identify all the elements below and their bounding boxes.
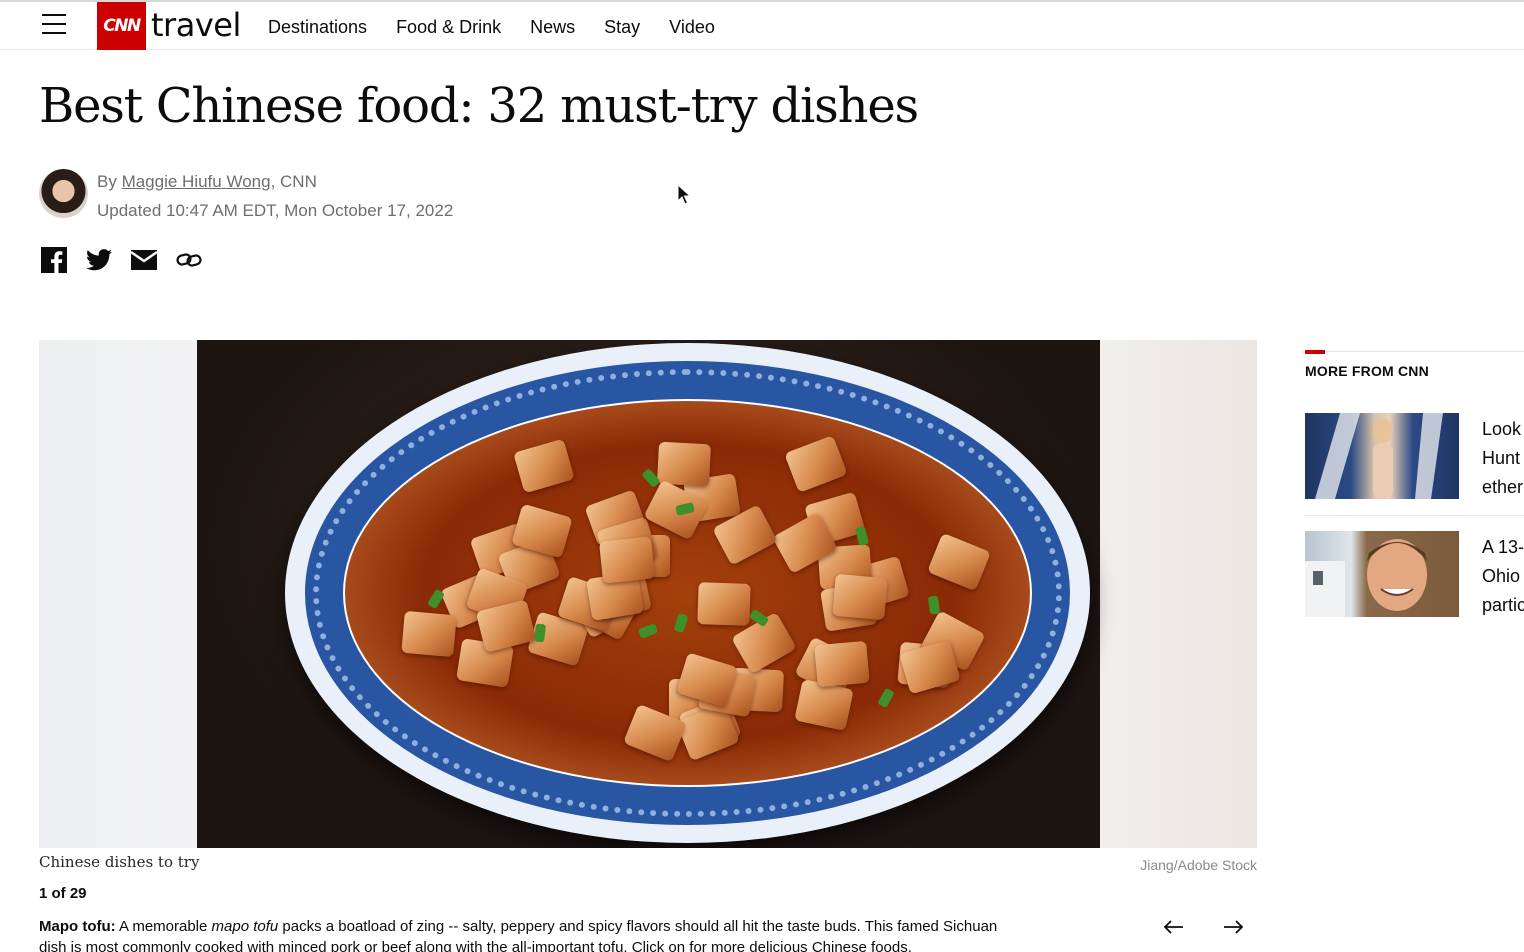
nav-news[interactable]: News [530, 17, 575, 38]
desc-dish-name: Mapo tofu: [39, 918, 116, 935]
scallion-piece [854, 525, 869, 546]
more-card-1-title[interactable]: Look Hunt ether [1482, 415, 1524, 502]
travel-logo-text[interactable]: travel [151, 6, 241, 44]
more-card-1-thumbnail[interactable] [1305, 413, 1459, 499]
tofu-cube [599, 536, 656, 584]
scallion-piece [928, 595, 941, 615]
scallion-piece [426, 588, 445, 610]
cnn-logo-text: CNN [103, 16, 141, 36]
gallery-counter: 1 of 29 [39, 885, 87, 902]
tofu-cube [927, 533, 991, 592]
photo-credit: Jiang/Adobe Stock [1140, 857, 1257, 873]
tofu-sauce [345, 401, 1030, 785]
more-card-1[interactable]: Look Hunt ether [1305, 413, 1524, 503]
gallery-caption: Chinese dishes to try [39, 853, 200, 871]
facebook-icon[interactable] [40, 247, 67, 273]
share-bar [40, 247, 202, 273]
author-avatar[interactable] [39, 169, 88, 218]
desc-italic: mapo tofu [211, 918, 279, 935]
article-title: Best Chinese food: 32 must-try dishes [39, 78, 919, 134]
tofu-cube [401, 610, 457, 658]
nav-stay[interactable]: Stay [604, 17, 640, 38]
tofu-cube [656, 441, 711, 487]
photo-gallery[interactable] [39, 340, 1257, 848]
author-link[interactable]: Maggie Hiufu Wong [122, 172, 271, 191]
tofu-cube [513, 438, 575, 494]
link-icon[interactable] [175, 247, 202, 273]
scallion-piece [637, 623, 659, 639]
tofu-cube [813, 640, 870, 687]
desc-part-1: A memorable [115, 918, 212, 935]
section-nav: Destinations Food & Drink News Stay Vide… [268, 17, 744, 38]
gallery-prev-arrow-icon[interactable] [1162, 915, 1186, 939]
card-divider [1305, 515, 1524, 516]
scallion-piece [673, 612, 689, 633]
bowl-shape [285, 343, 1090, 843]
byline-suffix: , CNN [270, 172, 317, 191]
more-card-2-thumbnail[interactable] [1305, 531, 1459, 617]
byline-prefix: By [97, 172, 122, 191]
scallion-piece [876, 687, 895, 709]
more-card-2[interactable]: A 13- Ohio partic [1305, 531, 1524, 621]
tofu-cube [697, 582, 751, 627]
twitter-icon[interactable] [85, 247, 112, 273]
tofu-cube [832, 574, 888, 621]
section-accent-bar [1305, 350, 1325, 354]
updated-timestamp: Updated 10:47 AM EDT, Mon October 17, 20… [97, 201, 454, 220]
more-card-2-title[interactable]: A 13- Ohio partic [1482, 533, 1524, 620]
nav-food-drink[interactable]: Food & Drink [396, 17, 501, 38]
menu-hamburger-icon[interactable] [42, 14, 66, 36]
nav-destinations[interactable]: Destinations [268, 17, 367, 38]
mouse-cursor-icon [677, 184, 691, 205]
nav-video[interactable]: Video [669, 17, 715, 38]
cnn-logo[interactable]: CNN [97, 2, 146, 50]
more-from-cnn-heading: MORE FROM CNN [1305, 363, 1429, 379]
byline: By Maggie Hiufu Wong, CNN [97, 172, 317, 192]
section-divider [1325, 351, 1524, 352]
tofu-cube [784, 434, 848, 493]
email-icon[interactable] [130, 247, 157, 273]
gallery-next-arrow-icon[interactable] [1221, 915, 1245, 939]
gallery-image-mapo-tofu[interactable] [197, 340, 1100, 848]
top-navigation-bar: CNN travel Destinations Food & Drink New… [0, 0, 1524, 50]
gallery-description: Mapo tofu: A memorable mapo tofu packs a… [39, 916, 999, 952]
